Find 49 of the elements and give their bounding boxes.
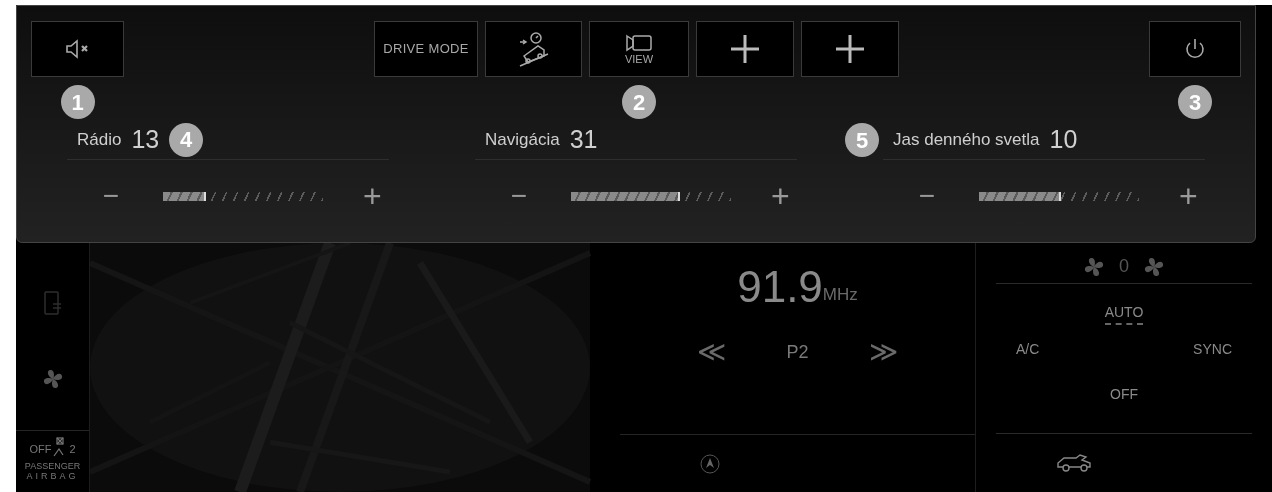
slider-value: 13 <box>131 123 160 155</box>
camera-button[interactable]: VIEW <box>589 21 689 77</box>
radio-preset: P2 <box>786 340 809 364</box>
radio-frequency: 91.9 <box>737 265 823 309</box>
minus-button[interactable]: − <box>99 182 123 210</box>
fan-speed: 0 <box>1119 255 1129 278</box>
airbag-seat: 2 <box>69 440 76 457</box>
navigation-icon[interactable] <box>700 453 720 474</box>
plus-button[interactable]: + <box>771 180 790 212</box>
slider-label: Navigácia <box>485 128 560 151</box>
plus-icon <box>730 34 760 64</box>
next-button[interactable]: ≫ <box>868 331 898 373</box>
slider-track[interactable] <box>571 191 731 201</box>
slider-value: 10 <box>1049 123 1078 155</box>
slider-value: 31 <box>569 123 598 155</box>
fan-high-icon <box>1143 255 1165 278</box>
add-button[interactable] <box>696 21 794 77</box>
drive-mode-button[interactable]: DRIVE MODE <box>374 21 478 77</box>
ac-button[interactable]: A/C <box>1016 339 1040 360</box>
sync-button[interactable]: SYNC <box>1193 339 1232 360</box>
callout-number: 3 <box>1178 85 1212 119</box>
plus-button[interactable]: + <box>363 180 382 212</box>
slider-track[interactable] <box>979 191 1139 201</box>
add-button[interactable] <box>801 21 899 77</box>
frequency-unit: MHz <box>822 283 858 306</box>
plus-button[interactable]: + <box>1179 180 1198 212</box>
minus-button[interactable]: − <box>507 182 531 210</box>
airbag-label: AIRBAG <box>26 471 79 481</box>
minus-button[interactable]: − <box>915 182 939 210</box>
callout-number: 2 <box>622 85 656 119</box>
car-icon[interactable] <box>1056 452 1094 474</box>
mute-button[interactable] <box>31 21 124 77</box>
previous-button[interactable]: ≪ <box>697 331 727 373</box>
hill-button[interactable] <box>485 21 582 77</box>
fan-low-icon <box>1083 255 1105 278</box>
airbag-state: OFF <box>29 441 52 457</box>
power-icon <box>1184 37 1206 61</box>
slider-label: Rádio <box>77 128 122 151</box>
slider-label: Jas denného svetla <box>893 128 1040 151</box>
auto-button[interactable]: AUTO <box>1104 302 1144 325</box>
climate-off-button[interactable]: OFF <box>1110 384 1138 405</box>
fan-icon <box>41 368 64 390</box>
callout-number: 1 <box>60 85 95 119</box>
phone-icon <box>42 290 63 316</box>
callout-number: 5 <box>845 123 879 157</box>
airbag-label: PASSENGER <box>24 461 81 471</box>
camera-icon <box>625 33 653 52</box>
plus-icon <box>835 34 865 64</box>
callout-number: 4 <box>169 122 204 157</box>
